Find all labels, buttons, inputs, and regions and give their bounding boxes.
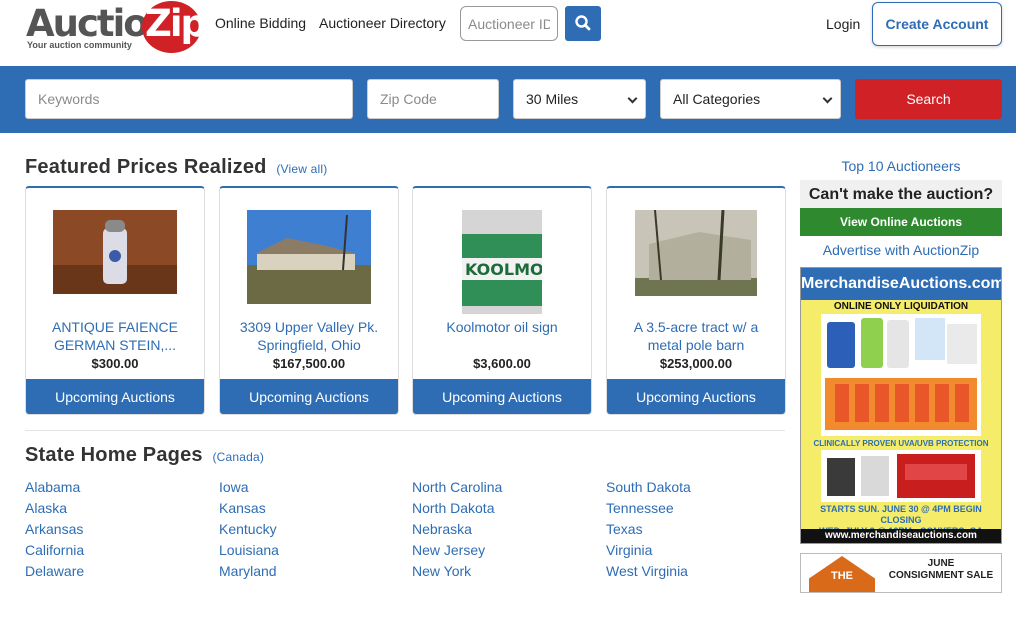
keywords-placeholder: Keywords	[38, 91, 100, 107]
cant-make-auction-heading: Can't make the auction?	[800, 180, 1002, 208]
state-link[interactable]: Kansas	[219, 498, 279, 519]
state-link[interactable]: Texas	[606, 519, 691, 540]
section-divider	[25, 430, 785, 431]
featured-card[interactable]: KOOLMO Koolmotor oil sign $3,600.00 Upco…	[412, 186, 592, 415]
state-heading: State Home Pages (Canada)	[25, 444, 264, 467]
create-account-button[interactable]: Create Account	[872, 2, 1002, 46]
featured-card[interactable]: ANTIQUE FAIENCE GERMAN STEIN,... $300.00…	[25, 186, 205, 415]
merchandise-auctions-ad[interactable]: MerchandiseAuctions.com ONLINE ONLY LIQU…	[800, 267, 1002, 544]
state-link[interactable]: Iowa	[219, 477, 279, 498]
state-link[interactable]: Nebraska	[412, 519, 502, 540]
search-button[interactable]: Search	[855, 79, 1002, 119]
ad-start-text: STARTS SUN. JUNE 30 @ 4PM BEGIN CLOSING	[820, 504, 982, 525]
upcoming-auctions-button[interactable]: Upcoming Auctions	[220, 379, 398, 414]
card-title[interactable]: A 3.5-acre tract w/ a metal pole barn	[617, 318, 775, 354]
ad-products-image	[821, 314, 981, 436]
card-title[interactable]: 3309 Upper Valley Pk. Springfield, Ohio	[230, 318, 388, 354]
chevron-down-icon	[822, 93, 833, 104]
ad-tools-image	[821, 450, 981, 502]
top-10-auctioneers-link[interactable]: Top 10 Auctioneers	[800, 158, 1002, 174]
state-column: Iowa Kansas Kentucky Louisiana Maryland	[219, 477, 279, 582]
state-column: South Dakota Tennessee Texas Virginia We…	[606, 477, 691, 582]
auctioneer-search-button[interactable]	[565, 6, 601, 41]
state-link[interactable]: Delaware	[25, 561, 84, 582]
state-link[interactable]: Alabama	[25, 477, 84, 498]
logo-zip: Zip	[145, 2, 207, 45]
oil-sign-image[interactable]: KOOLMO	[462, 210, 542, 314]
featured-title: Featured Prices Realized	[25, 156, 267, 178]
advertise-link[interactable]: Advertise with AuctionZip	[800, 242, 1002, 258]
featured-heading: Featured Prices Realized (View all)	[25, 156, 327, 179]
auctionzip-logo[interactable]: Auction Zip Your auction community	[26, 1, 207, 53]
distance-select[interactable]: 30 Miles	[513, 79, 646, 119]
search-band: Keywords Zip Code 30 Miles All Categorie…	[0, 66, 1016, 133]
ad-logo: THE	[809, 556, 875, 592]
ad-line-2: CONSIGNMENT SALE	[888, 570, 994, 581]
zip-code-input[interactable]: Zip Code	[367, 79, 499, 119]
auctioneer-id-input[interactable]	[460, 6, 558, 41]
state-link[interactable]: California	[25, 540, 84, 561]
svg-text:KOOLMO: KOOLMO	[465, 260, 542, 279]
upcoming-auctions-button[interactable]: Upcoming Auctions	[26, 379, 204, 414]
consignment-sale-ad[interactable]: THE JUNE CONSIGNMENT SALE	[800, 553, 1002, 593]
search-icon	[575, 15, 591, 31]
category-value: All Categories	[673, 91, 761, 107]
canada-link[interactable]: (Canada)	[212, 450, 264, 464]
card-price: $253,000.00	[659, 356, 733, 371]
card-price: $3,600.00	[473, 356, 531, 371]
state-column: North Carolina North Dakota Nebraska New…	[412, 477, 502, 582]
chevron-down-icon	[627, 93, 638, 104]
state-link[interactable]: Maryland	[219, 561, 279, 582]
login-link[interactable]: Login	[826, 16, 860, 32]
card-price: $167,500.00	[272, 356, 346, 371]
state-link[interactable]: North Dakota	[412, 498, 502, 519]
nav-online-bidding[interactable]: Online Bidding	[215, 15, 306, 31]
ad-tools-graphic	[821, 450, 981, 502]
zip-code-placeholder: Zip Code	[380, 91, 437, 107]
state-link[interactable]: New York	[412, 561, 502, 582]
featured-card[interactable]: 3309 Upper Valley Pk. Springfield, Ohio …	[219, 186, 399, 415]
site-header: Auction Zip Your auction community Onlin…	[0, 0, 1016, 66]
house-image[interactable]	[247, 210, 371, 304]
state-link[interactable]: New Jersey	[412, 540, 502, 561]
view-online-auctions-button[interactable]: View Online Auctions	[800, 208, 1002, 236]
stein-image[interactable]	[53, 210, 177, 294]
state-link[interactable]: Alaska	[25, 498, 84, 519]
ad-text: JUNE CONSIGNMENT SALE	[885, 558, 997, 582]
ad-logo-text: THE	[831, 570, 853, 582]
keywords-input[interactable]: Keywords	[25, 79, 353, 119]
state-link[interactable]: Tennessee	[606, 498, 691, 519]
state-link[interactable]: Kentucky	[219, 519, 279, 540]
view-all-link[interactable]: (View all)	[276, 162, 327, 176]
state-title: State Home Pages	[25, 444, 203, 466]
ad-products-graphic	[821, 314, 981, 436]
distance-value: 30 Miles	[526, 91, 579, 107]
category-select[interactable]: All Categories	[660, 79, 841, 119]
featured-card[interactable]: A 3.5-acre tract w/ a metal pole barn $2…	[606, 186, 786, 415]
card-title[interactable]: Koolmotor oil sign	[423, 318, 581, 336]
ad-line-1: JUNE	[927, 558, 955, 569]
state-link[interactable]: Virginia	[606, 540, 691, 561]
upcoming-auctions-button[interactable]: Upcoming Auctions	[413, 379, 591, 414]
card-title[interactable]: ANTIQUE FAIENCE GERMAN STEIN,...	[36, 318, 194, 354]
upcoming-auctions-button[interactable]: Upcoming Auctions	[607, 379, 785, 414]
ad-header: MerchandiseAuctions.com	[801, 268, 1001, 300]
card-price: $300.00	[91, 356, 139, 371]
ad-url: www.merchandiseauctions.com	[801, 529, 1001, 543]
state-link[interactable]: North Carolina	[412, 477, 502, 498]
state-link[interactable]: Louisiana	[219, 540, 279, 561]
nav-auctioneer-directory[interactable]: Auctioneer Directory	[319, 15, 446, 31]
state-link[interactable]: West Virginia	[606, 561, 691, 582]
state-link[interactable]: Arkansas	[25, 519, 84, 540]
pole-barn-image[interactable]	[635, 210, 757, 296]
ad-subtitle: ONLINE ONLY LIQUIDATION	[833, 301, 969, 312]
ad-mid-text: CLINICALLY PROVEN UVA/UVB PROTECTION	[813, 439, 989, 448]
state-column: Alabama Alaska Arkansas California Delaw…	[25, 477, 84, 582]
state-link[interactable]: South Dakota	[606, 477, 691, 498]
logo-tagline: Your auction community	[27, 40, 132, 50]
